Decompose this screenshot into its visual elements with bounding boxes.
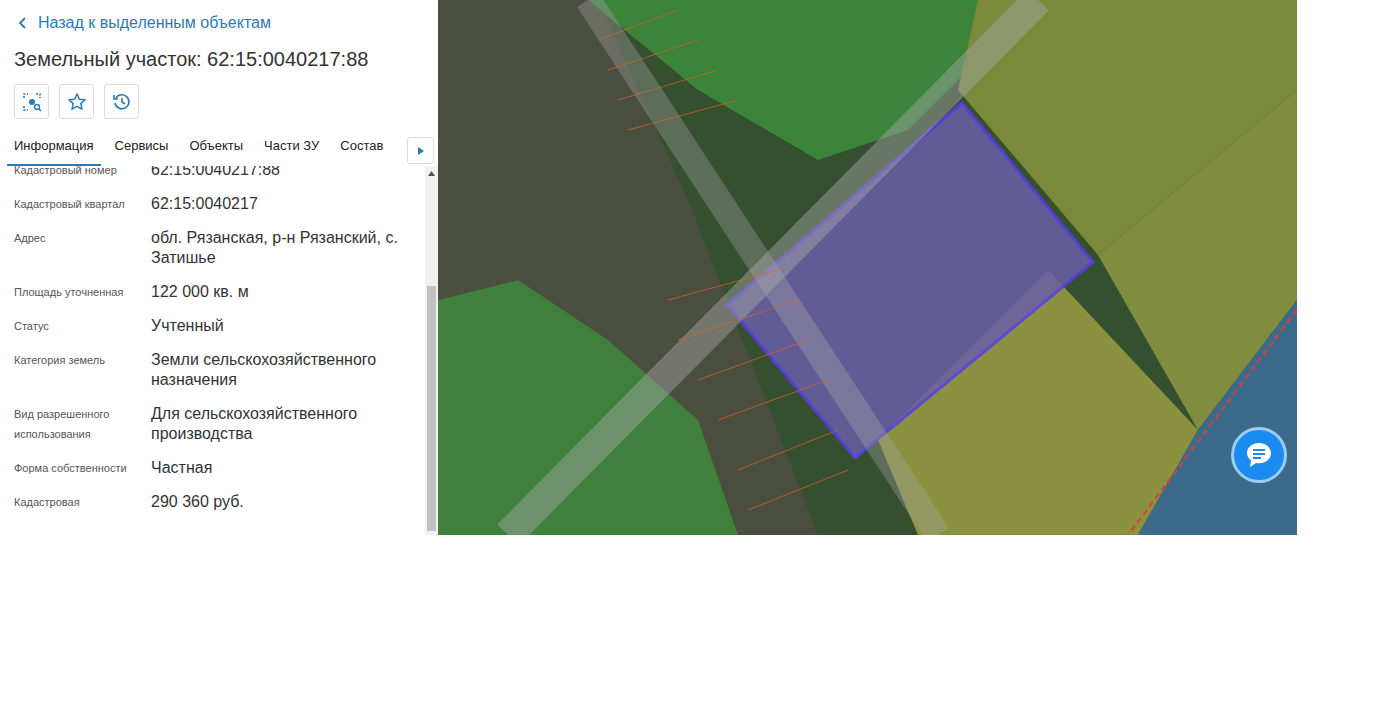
info-label: Кадастровый номер bbox=[14, 166, 151, 180]
tab[interactable]: Информация bbox=[7, 128, 101, 166]
side-panel: Назад к выделенным объектам Земельный уч… bbox=[0, 0, 438, 535]
info-label: Статус bbox=[14, 316, 151, 336]
info-row: Вид разрешенного использованияДля сельск… bbox=[0, 397, 425, 451]
info-label: Категория земель bbox=[14, 350, 151, 390]
tabs-scroll-button[interactable] bbox=[407, 137, 434, 164]
back-link-label[interactable]: Назад к выделенным объектам bbox=[38, 11, 271, 35]
info-viewport: Кадастровый номер62:15:0040217:88Кадастр… bbox=[0, 166, 425, 535]
tab-label[interactable]: Объекты bbox=[189, 138, 243, 153]
info-value: 62:15:0040217:88 bbox=[151, 166, 419, 180]
history-button[interactable] bbox=[104, 84, 139, 119]
toolbar bbox=[0, 84, 438, 120]
info-value: 62:15:0040217 bbox=[151, 194, 419, 214]
chevron-left-icon bbox=[18, 16, 28, 30]
star-icon bbox=[67, 92, 87, 112]
info-row: Кадастровый номер62:15:0040217:88 bbox=[0, 166, 425, 187]
tab[interactable]: Части ЗУ bbox=[257, 128, 326, 166]
info-label: Адрес bbox=[14, 228, 151, 268]
tab-label[interactable]: Сервисы bbox=[115, 138, 169, 153]
info-label: Форма собственности bbox=[14, 458, 151, 478]
info-label: Кадастровая bbox=[14, 492, 151, 512]
tab-label[interactable]: Части ЗУ bbox=[264, 138, 319, 153]
tab[interactable]: Объекты bbox=[182, 128, 250, 166]
satellite-map-icon bbox=[438, 0, 1297, 535]
info-row: Кадастровая290 360 руб. bbox=[0, 485, 425, 519]
info-row: Форма собственностиЧастная bbox=[0, 451, 425, 485]
info-value: Учтенный bbox=[151, 316, 419, 336]
info-row: Кадастровый квартал62:15:0040217 bbox=[0, 187, 425, 221]
info-value: Для сельскохозяйственного производства bbox=[151, 404, 419, 444]
back-link[interactable]: Назад к выделенным объектам bbox=[0, 0, 438, 34]
favorite-button[interactable] bbox=[59, 84, 94, 119]
chat-message-icon bbox=[1244, 440, 1274, 470]
locate-search-icon bbox=[22, 92, 42, 112]
triangle-right-icon bbox=[418, 147, 424, 155]
info-row: Категория земельЗемли сельскохозяйственн… bbox=[0, 343, 425, 397]
tab-label[interactable]: Информация bbox=[14, 138, 94, 153]
scroll-up-icon bbox=[428, 171, 435, 176]
info-row: СтатусУчтенный bbox=[0, 309, 425, 343]
info-label: Вид разрешенного использования bbox=[14, 404, 151, 444]
app: Назад к выделенным объектам Земельный уч… bbox=[0, 0, 1400, 535]
info-row: Площадь уточненная122 000 кв. м bbox=[0, 275, 425, 309]
info-scroll[interactable]: Кадастровый номер62:15:0040217:88Кадастр… bbox=[0, 166, 438, 535]
info-row: Адресобл. Рязанская, р-н Рязанский, с. З… bbox=[0, 221, 425, 275]
info-value: Частная bbox=[151, 458, 419, 478]
info-value: обл. Рязанская, р-н Рязанский, с. Затишь… bbox=[151, 228, 419, 268]
info-value: 122 000 кв. м bbox=[151, 282, 419, 302]
chat-button[interactable] bbox=[1231, 427, 1287, 483]
history-icon bbox=[112, 92, 132, 112]
info-label: Кадастровый квартал bbox=[14, 194, 151, 214]
page-title: Земельный участок: 62:15:0040217:88 bbox=[0, 34, 438, 84]
info-label: Площадь уточненная bbox=[14, 282, 151, 302]
tab-bar: Информация Сервисы Объекты Части ЗУ Состав bbox=[0, 120, 438, 166]
zoom-to-object-button[interactable] bbox=[14, 84, 49, 119]
tab[interactable]: Сервисы bbox=[108, 128, 176, 166]
tab[interactable]: Состав bbox=[333, 128, 390, 166]
info-value: Земли сельскохозяйственного назначения bbox=[151, 350, 419, 390]
scrollbar[interactable] bbox=[425, 166, 438, 535]
info-value: 290 360 руб. bbox=[151, 492, 419, 512]
tab-label[interactable]: Состав bbox=[340, 138, 383, 153]
map[interactable] bbox=[438, 0, 1297, 535]
scrollbar-thumb[interactable] bbox=[427, 286, 436, 531]
